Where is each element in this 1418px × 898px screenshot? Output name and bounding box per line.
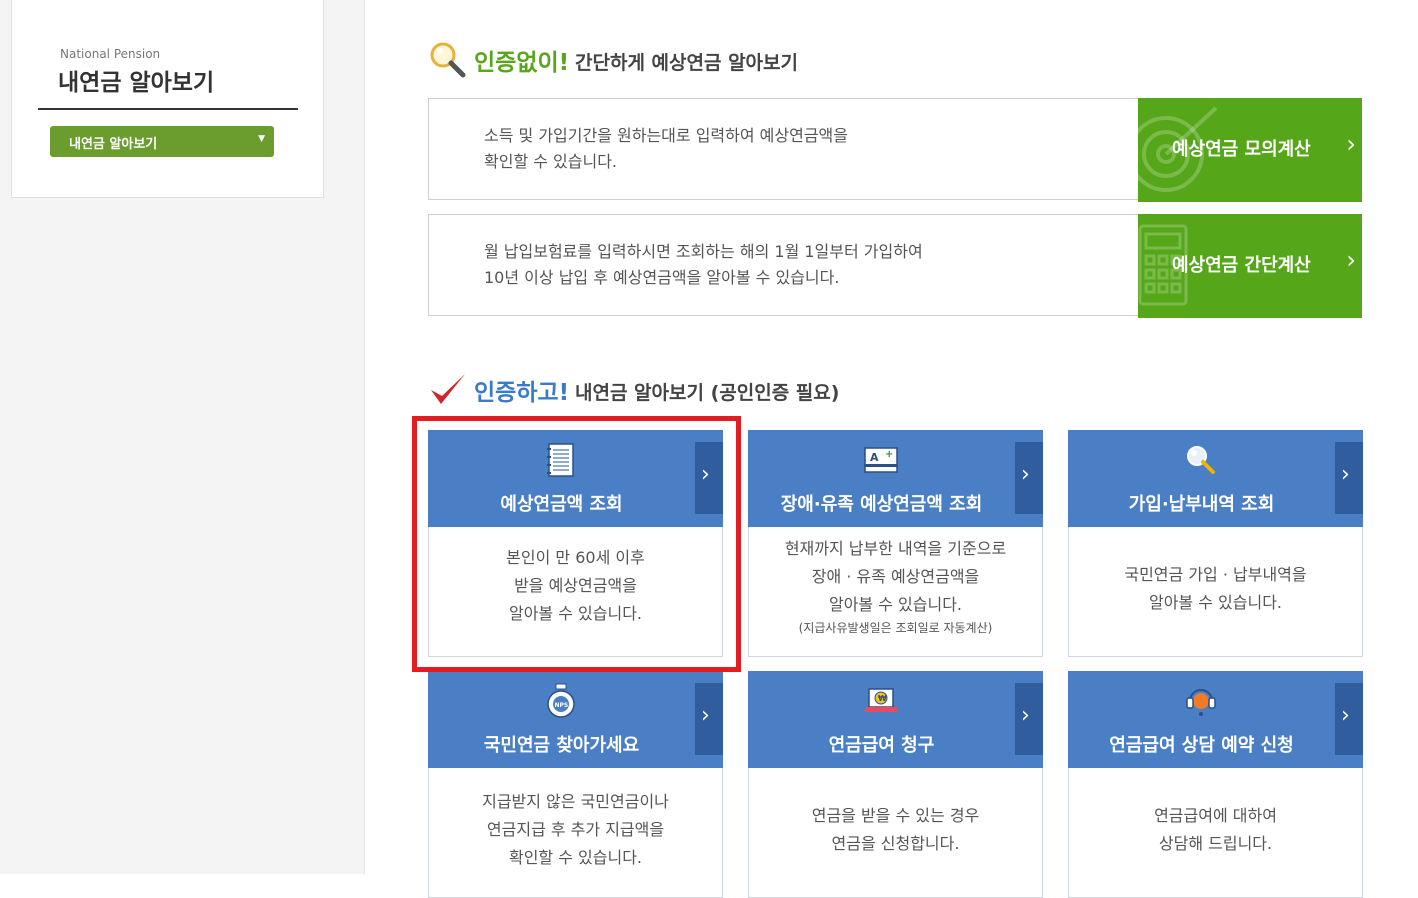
calc-description-line: 소득 및 가입기간을 원하는대로 입력하여 예상연금액을 [484,126,848,145]
calc-description-line: 월 납입보험료를 입력하시면 조회하는 해의 1월 1일부터 가입하여 [484,242,923,261]
simple-calculation-button[interactable]: 예상연금 간단계산 › [1138,214,1362,318]
section-heading-auth: 인증하고! 내연금 알아보기 (공인인증 필요) [428,370,868,410]
magnifier-icon [430,42,466,78]
card-arrow: › [695,442,723,514]
sidebar-divider [38,108,298,110]
card-body: 지급받지 않은 국민연금이나 연금지급 후 추가 지급액을 확인할 수 있습니다… [428,768,723,898]
calc-row-simple: 월 납입보험료를 입력하시면 조회하는 해의 1월 1일부터 가입하여 10년 … [428,214,1362,318]
subscription-payment-button[interactable]: 가입·납부내역 조회 › [1068,430,1363,527]
section-heading-no-auth: 인증없이! 간단하게 예상연금 알아보기 [428,40,848,80]
calc-description: 월 납입보험료를 입력하시면 조회하는 해의 1월 1일부터 가입하여 10년 … [484,239,923,291]
card-line: 본인이 만 60세 이후 [506,548,645,567]
svg-text:₩: ₩ [878,694,887,703]
calc-row-mock: 소득 및 가입기간을 원하는대로 입력하여 예상연금액을 확인할 수 있습니다.… [428,98,1362,202]
card-title: 예상연금액 조회 [500,494,623,515]
chevron-down-icon: ▼ [258,134,265,144]
headset-icon [1186,689,1216,716]
card-title: 국민연금 찾아가세요 [483,735,640,756]
card-arrow: › [1335,683,1363,755]
checkmark-icon [431,374,465,404]
chevron-right-icon: › [1021,703,1030,728]
card-arrow: › [1335,442,1363,514]
laptop-coin-icon: ₩ [865,688,897,712]
disability-survivor-button[interactable]: A + 장애·유족 예상연금액 조회 › [748,430,1043,527]
card-arrow: › [1015,683,1043,755]
card-line: 확인할 수 있습니다. [508,848,643,867]
sidebar-subtitle: National Pension [60,47,161,61]
sidebar-panel: National Pension 내연금 알아보기 내연금 알아보기 ▼ [11,0,324,198]
card-arrow: › [1015,442,1043,514]
section-highlight: 인증없이! [474,50,570,76]
expected-pension-button[interactable]: 예상연금액 조회 › [428,430,723,527]
card-title: 연금급여 청구 [828,735,935,756]
card-line: 연금을 신청합니다. [831,834,960,853]
svg-text:+: + [885,449,893,460]
mock-calculation-button[interactable]: 예상연금 모의계산 › [1138,98,1362,202]
card-line: 연금급여에 대하여 [1154,806,1277,825]
card-line: 알아볼 수 있습니다. [508,604,643,623]
card-line: 연금지급 후 추가 지급액을 [486,820,665,839]
document-list-icon [547,443,574,477]
chevron-right-icon: › [1341,462,1350,487]
mock-calculation-label: 예상연금 모의계산 [1172,139,1311,160]
card-line: 알아볼 수 있습니다. [1148,593,1283,612]
chevron-right-icon: › [1346,130,1356,158]
card-body: 본인이 만 60세 이후 받을 예상연금액을 알아볼 수 있습니다. [428,527,723,657]
find-pension-button[interactable]: NPS 국민연금 찾아가세요 › [428,671,723,768]
section-title: 간단하게 예상연금 알아보기 [575,52,798,74]
nps-pouch-icon: NPS [547,683,575,718]
chevron-right-icon: › [1346,246,1356,274]
svg-text:A: A [870,451,879,464]
simple-calculation-label: 예상연금 간단계산 [1172,255,1311,276]
card-body: 연금급여에 대하여 상담해 드립니다. [1068,768,1363,898]
chevron-right-icon: › [1341,703,1350,728]
card-line: 국민연금 가입 · 납부내역을 [1124,565,1307,584]
calc-description: 소득 및 가입기간을 원하는대로 입력하여 예상연금액을 확인할 수 있습니다. [484,123,848,175]
card-arrow: › [695,683,723,755]
svg-text:NPS: NPS [555,702,569,709]
card-title: 가입·납부내역 조회 [1128,494,1275,515]
card-title: 장애·유족 예상연금액 조회 [780,494,983,515]
card-line: 장애 · 유족 예상연금액을 [811,567,980,586]
card-line: 연금을 받을 수 있는 경우 [811,806,980,825]
card-line: 알아볼 수 있습니다. [828,595,963,614]
section-title: 내연금 알아보기 (공인인증 필요) [575,382,840,404]
card-note: (지급사유발생일은 조회일로 자동계산) [798,621,993,635]
pension-claim-button[interactable]: ₩ 연금급여 청구 › [748,671,1043,768]
card-title: 연금급여 상담 예약 신청 [1109,735,1294,756]
section-highlight: 인증하고! [474,380,570,406]
sidebar-menu-select[interactable]: 내연금 알아보기 ▼ [50,126,274,157]
sidebar-title: 내연금 알아보기 [58,70,215,96]
card-line: 상담해 드립니다. [1158,834,1273,853]
chevron-right-icon: › [1021,462,1030,487]
chevron-right-icon: › [701,462,710,487]
card-body: 현재까지 납부한 내역을 기준으로 장애 · 유족 예상연금액을 알아볼 수 있… [748,527,1043,657]
chevron-right-icon: › [701,703,710,728]
card-line: 지급받지 않은 국민연금이나 [482,792,669,811]
card-line: 받을 예상연금액을 [514,576,637,595]
calc-description-line: 10년 이상 납입 후 예상연금액을 알아볼 수 있습니다. [484,268,840,287]
calc-description-line: 확인할 수 있습니다. [484,152,618,171]
sidebar-menu-select-label: 내연금 알아보기 [69,137,158,152]
consultation-button[interactable]: 연금급여 상담 예약 신청 › [1068,671,1363,768]
card-body: 국민연금 가입 · 납부내역을 알아볼 수 있습니다. [1068,527,1363,657]
card-line: 현재까지 납부한 내역을 기준으로 [784,539,1007,558]
card-body: 연금을 받을 수 있는 경우 연금을 신청합니다. [748,768,1043,898]
magnifier-icon [1187,446,1215,474]
id-card-icon: A + [864,447,898,473]
